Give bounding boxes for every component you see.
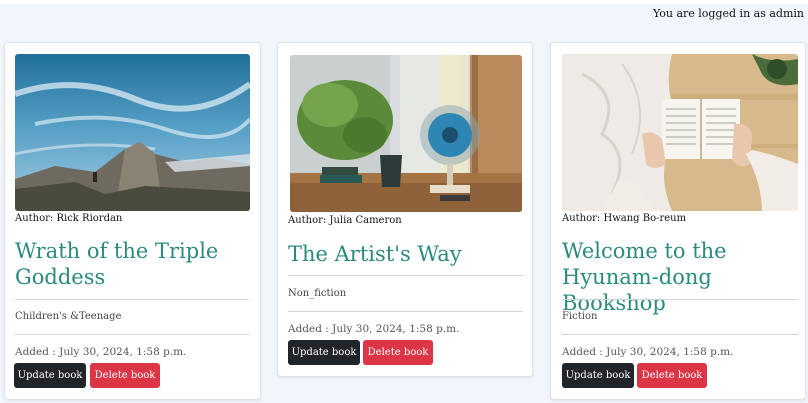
delete-book-button[interactable]: Delete book [90,363,160,388]
divider [288,275,523,276]
divider [562,299,798,300]
book-title: Welcome to the Hyunam-dong Bookshop [562,239,727,315]
book-card: Author: Julia Cameron The Artist's Way N… [277,42,533,377]
divider [15,334,249,335]
update-book-button[interactable]: Update book [562,363,634,388]
delete-book-button[interactable]: Delete book [637,363,707,388]
book-genre: Non_fiction [288,288,347,299]
book-title: The Artist's Way [288,242,462,266]
book-card: Author: Hwang Bo-reum Welcome to the Hyu… [550,42,806,400]
book-author: Author: Rick Riordan [15,213,123,224]
update-book-button[interactable]: Update book [14,363,86,388]
delete-book-button[interactable]: Delete book [363,340,433,365]
divider [562,334,798,335]
book-title: Wrath of the Triple Goddess [15,239,219,289]
book-added-date: Added : July 30, 2024, 1:58 p.m. [562,346,734,358]
book-author: Author: Julia Cameron [288,215,402,226]
divider [288,311,523,312]
book-cover-image [15,54,250,211]
book-card: Author: Rick Riordan Wrath of the Triple… [4,42,261,400]
book-genre: Fiction [562,311,598,322]
book-genre: Children's &Teenage [15,311,122,322]
divider [15,299,249,300]
book-added-date: Added : July 30, 2024, 1:58 p.m. [15,346,187,358]
update-book-button[interactable]: Update book [288,340,360,365]
book-author: Author: Hwang Bo-reum [562,213,687,224]
login-status: You are logged in as admin [652,7,804,20]
book-cover-image [562,54,798,211]
book-added-date: Added : July 30, 2024, 1:58 p.m. [288,323,460,335]
book-cover-image [290,55,522,212]
